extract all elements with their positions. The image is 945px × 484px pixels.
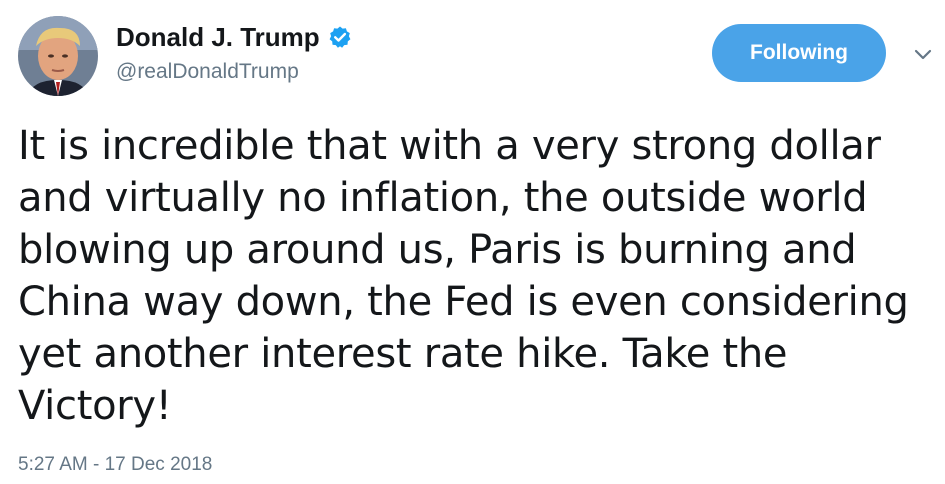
avatar[interactable] (18, 16, 98, 96)
tweet-text-line: blowing up around us, Paris is burning a… (18, 227, 857, 273)
chevron-down-icon[interactable] (910, 42, 936, 68)
following-button[interactable]: Following (712, 24, 886, 82)
tweet-card: Donald J. Trump @realDonaldTrump Followi… (0, 0, 945, 484)
display-name[interactable]: Donald J. Trump (116, 22, 320, 53)
profile-photo-icon (18, 16, 98, 96)
tweet-text-line: and virtually no inflation, the outside … (18, 175, 868, 221)
author-name-row[interactable]: Donald J. Trump (116, 20, 352, 54)
tweet-text-line: China way down, the Fed is even consider… (18, 279, 909, 325)
verified-badge-icon (328, 25, 352, 49)
tweet-text-line: It is incredible that with a very strong… (18, 123, 881, 169)
tweet-text-line: Victory! (18, 383, 172, 429)
tweet-text: It is incredible that with a very strong… (18, 120, 928, 432)
username-handle[interactable]: @realDonaldTrump (116, 60, 299, 84)
tweet-text-line: yet another interest rate hike. Take the (18, 331, 788, 377)
tweet-timestamp[interactable]: 5:27 AM - 17 Dec 2018 (18, 454, 212, 476)
